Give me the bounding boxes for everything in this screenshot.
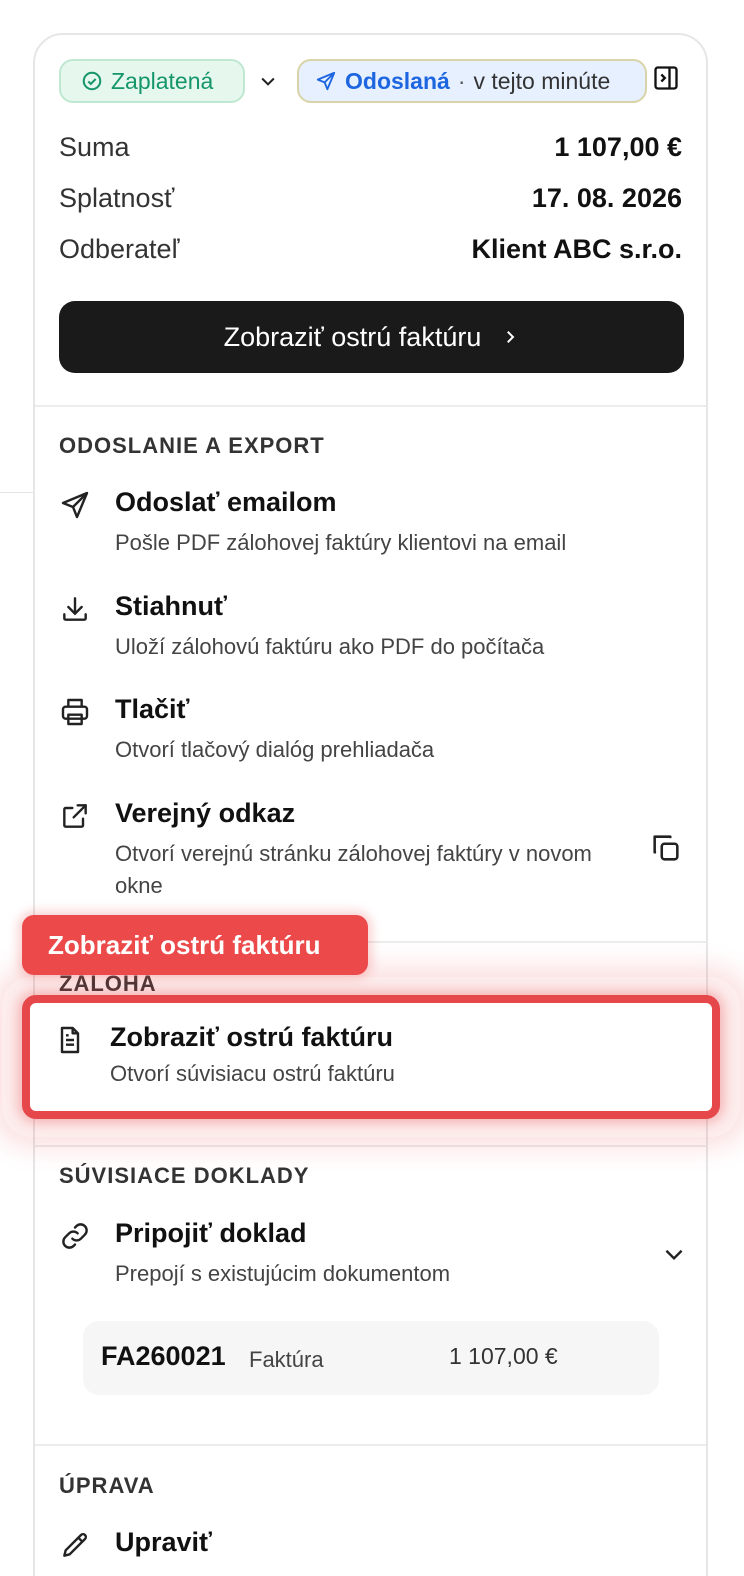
section-divider [35,1444,706,1446]
chevron-down-icon [258,71,278,91]
action-view-final-invoice[interactable]: Zobraziť ostrú faktúru Otvorí súvisiacu … [22,995,720,1119]
action-title: Stiahnuť [115,591,227,621]
summary-row-customer: Odberateľ Klient ABC s.r.o. [59,231,682,267]
action-title: Odoslať emailom [115,487,337,517]
pencil-icon [59,1529,93,1563]
summary-row-due-date: Splatnosť 17. 08. 2026 [59,180,682,216]
status-sent-label: Odoslaná [345,67,450,94]
action-description: Otvorí súvisiacu ostrú faktúru [110,1061,395,1086]
action-title: Verejný odkaz [115,798,296,828]
status-badge-paid[interactable]: Zaplatená [59,59,245,103]
action-send-email[interactable]: Odoslať emailom Pošle PDF zálohovej fakt… [59,487,682,567]
document-icon [54,1024,88,1058]
chevron-down-icon [661,1241,691,1267]
action-title: Pripojiť doklad [115,1218,307,1248]
action-download[interactable]: Stiahnuť Uloží zálohovú faktúru ako PDF … [59,591,682,671]
cta-label: Zobraziť ostrú faktúru [223,321,482,352]
summary-value: Klient ABC s.r.o. [471,233,682,264]
action-title: Tlačiť [115,694,190,724]
check-circle-icon [81,70,103,92]
link-icon [59,1220,93,1254]
related-document-row[interactable]: FA260021 Faktúra 1 107,00 € [83,1321,659,1395]
section-title-send-export: ODOSLANIE A EXPORT [59,433,325,458]
copy-link-button[interactable] [649,831,685,867]
section-divider [35,405,706,407]
summary-label: Suma [59,131,130,162]
summary-value: 17. 08. 2026 [531,182,682,213]
send-icon [315,70,337,92]
chevron-right-icon [501,328,519,346]
printer-icon [59,696,93,730]
action-description: Pošle PDF zálohovej faktúry klientovi na… [115,530,567,555]
status-dropdown-button[interactable] [255,65,281,97]
action-public-link[interactable]: Verejný odkaz Otvorí verejnú stránku zál… [59,798,636,910]
action-link-document[interactable]: Pripojiť doklad Prepojí s existujúcim do… [59,1218,636,1298]
copy-icon [649,831,685,865]
document-type: Faktúra [249,1347,324,1372]
summary-label: Odberateľ [59,233,180,264]
document-number: FA260021 [101,1341,226,1371]
action-edit[interactable]: Upraviť [59,1527,682,1576]
action-title: Zobraziť ostrú faktúru [110,1022,393,1052]
action-content: Zobraziť ostrú faktúru Otvorí súvisiacu … [54,1022,692,1102]
action-print[interactable]: Tlačiť Otvorí tlačový dialóg prehliadača [59,694,682,774]
expand-related-button[interactable] [661,1241,691,1271]
status-badge-sent[interactable]: Odoslaná · v tejto minúte [297,59,647,103]
summary-row-amount: Suma 1 107,00 € [59,129,682,165]
sidebar-collapse-icon [652,64,680,92]
section-title-edit: ÚPRAVA [59,1473,155,1498]
status-sent-time: v tejto minúte [473,67,611,94]
send-icon [59,489,93,523]
action-description: Uloží zálohovú faktúru ako PDF do počíta… [115,634,545,659]
panel-toggle-button[interactable] [651,63,681,93]
document-amount: 1 107,00 € [449,1343,558,1369]
status-separator: · [457,67,466,94]
action-description: Otvorí tlačový dialóg prehliadača [115,737,435,762]
section-title-related: SÚVISIACE DOKLADY [59,1163,310,1188]
section-divider [35,1145,706,1147]
action-title: Upraviť [115,1527,212,1557]
external-link-icon [59,800,93,834]
invoice-actions-panel: Zaplatená Odoslaná · v tejto minúte Suma… [33,33,708,1576]
summary-label: Splatnosť [59,182,175,213]
summary-value: 1 107,00 € [554,131,682,162]
view-final-invoice-button[interactable]: Zobraziť ostrú faktúru [59,301,684,373]
background-divider [0,492,34,493]
action-description: Prepojí s existujúcim dokumentom [115,1261,451,1286]
action-description: Otvorí verejnú stránku zálohovej faktúry… [115,841,592,898]
download-icon [59,593,93,627]
status-paid-label: Zaplatená [111,67,214,94]
highlight-tag: Zobraziť ostrú faktúru [22,915,368,975]
